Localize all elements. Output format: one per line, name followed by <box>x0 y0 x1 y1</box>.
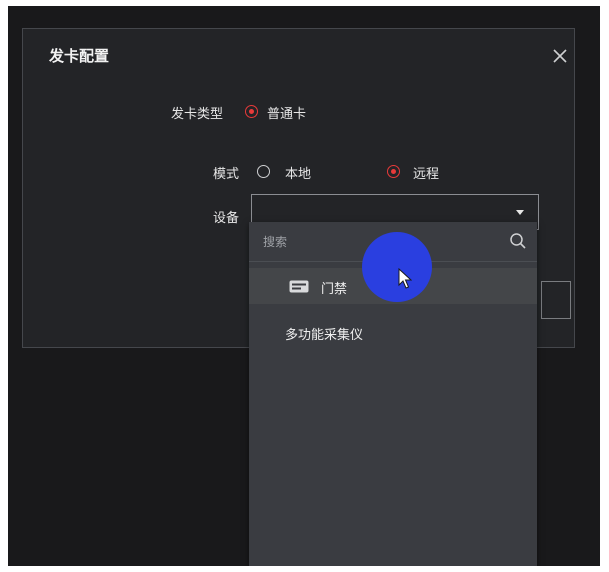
dialog-title: 发卡配置 <box>49 47 110 65</box>
device-dropdown: 搜索 门禁 多功能采集仪 <box>249 222 537 566</box>
dropdown-option-multi-collector[interactable]: 多功能采集仪 <box>249 314 537 350</box>
close-button[interactable] <box>551 47 569 65</box>
mode-label: 模式 <box>213 167 240 182</box>
dropdown-search[interactable]: 搜索 <box>249 222 537 262</box>
search-icon[interactable] <box>509 232 527 250</box>
access-control-icon <box>289 280 309 293</box>
mode-option-remote[interactable]: 远程 <box>413 163 439 182</box>
mode-radio-local[interactable] <box>257 165 270 178</box>
background-button[interactable] <box>541 281 571 319</box>
chevron-down-icon <box>516 210 524 215</box>
mode-radio-remote[interactable] <box>387 165 400 178</box>
search-input[interactable]: 搜索 <box>263 233 287 250</box>
device-label: 设备 <box>213 211 240 226</box>
card-type-label: 发卡类型 <box>171 107 224 122</box>
dropdown-option-access-control[interactable]: 门禁 <box>249 268 537 304</box>
option-label-access-control: 门禁 <box>321 282 348 297</box>
app-screen: 发卡配置 发卡类型 普通卡 模式 本地 远程 设备 搜索 门禁 多功能采集仪 <box>8 6 600 566</box>
card-type-radio-normal[interactable] <box>245 105 258 118</box>
card-type-option-label[interactable]: 普通卡 <box>267 103 306 122</box>
close-icon <box>553 49 567 63</box>
option-label-multi-collector: 多功能采集仪 <box>285 328 364 343</box>
mode-option-local[interactable]: 本地 <box>285 163 311 182</box>
